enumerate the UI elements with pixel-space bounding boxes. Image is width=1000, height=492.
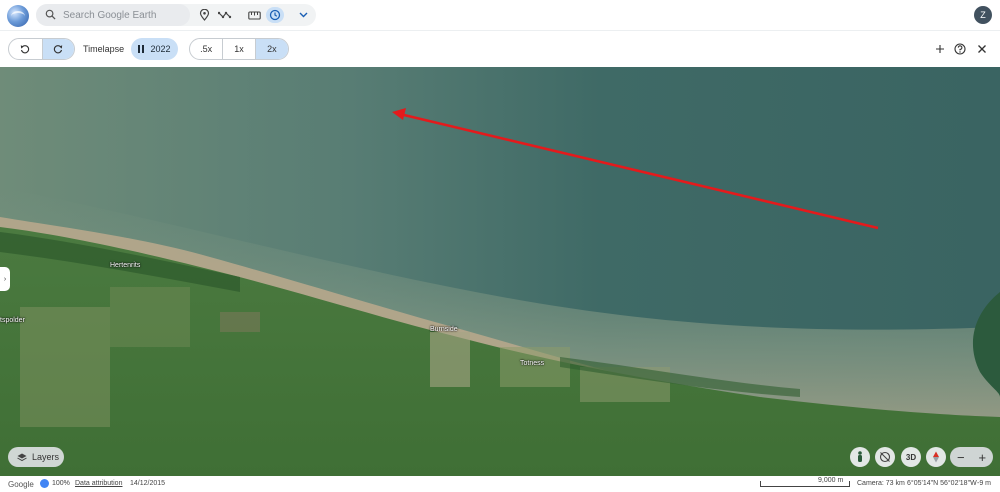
zoom-in-button[interactable]: + <box>978 450 986 465</box>
search-toolbar <box>36 4 316 26</box>
path-icon[interactable] <box>217 7 233 23</box>
search-input[interactable] <box>63 7 188 23</box>
chevron-right-icon: › <box>3 275 7 283</box>
google-earth-logo[interactable] <box>7 5 29 27</box>
street-view-button[interactable] <box>850 447 870 467</box>
speed-2x-button[interactable]: 2x <box>254 39 288 59</box>
place-label-burnside: Burnside <box>430 326 458 333</box>
rotate-off-icon <box>879 451 891 463</box>
rewind-icon <box>21 45 30 54</box>
speed-1x-button[interactable]: 1x <box>222 39 254 59</box>
google-wordmark: Google <box>8 480 34 489</box>
scale-label: 9,000 m <box>818 477 844 484</box>
speed-half-button[interactable]: .5x <box>190 39 222 59</box>
layers-icon <box>17 453 27 461</box>
timelapse-icon[interactable] <box>266 7 284 23</box>
place-label-totness: Totness <box>520 360 545 367</box>
avatar[interactable]: Z <box>974 6 992 24</box>
timelapse-bar: Timelapse 2022 .5x 1x 2x <box>0 30 1000 66</box>
satellite-imagery <box>0 67 1000 476</box>
search-icon <box>45 9 56 20</box>
pegman-icon <box>858 451 862 462</box>
pause-icon <box>138 45 145 53</box>
timelapse-step-group <box>8 38 75 60</box>
help-icon[interactable] <box>953 42 967 56</box>
cursor-elevation: -9 m <box>977 480 991 487</box>
zoom-control: − + <box>950 447 993 467</box>
compass-icon <box>933 451 939 463</box>
close-icon[interactable] <box>975 42 989 56</box>
compass-button[interactable] <box>926 447 946 467</box>
layers-button[interactable]: Layers <box>8 447 64 467</box>
collapse-icon[interactable] <box>933 42 947 56</box>
timelapse-label: Timelapse <box>83 44 125 54</box>
load-percent: 100% <box>52 480 70 487</box>
place-label-spolder: tspolder <box>0 317 25 324</box>
side-panel-toggle[interactable]: › <box>0 267 10 291</box>
map-pin-icon[interactable] <box>196 7 212 23</box>
chevron-down-icon[interactable] <box>295 7 311 23</box>
status-bar: Google 100% Data attribution 14/12/2015 … <box>0 476 1000 492</box>
timelapse-year: 2022 <box>150 44 171 54</box>
forward-icon <box>54 45 63 54</box>
imagery-date: 14/12/2015 <box>130 480 166 487</box>
percent-loaded-icon <box>40 479 49 488</box>
satellite-map[interactable]: Hertenrits tspolder Burnside Totness › L… <box>0 67 1000 476</box>
ruler-icon[interactable] <box>246 7 262 23</box>
top-bar: Z <box>0 0 1000 30</box>
layers-label: Layers <box>32 452 60 462</box>
tilt-reset-button[interactable] <box>875 447 895 467</box>
step-forward-button[interactable] <box>41 39 74 59</box>
place-label-hertenrits: Hertenrits <box>110 262 141 269</box>
step-back-button[interactable] <box>9 39 42 59</box>
data-attribution-link[interactable]: Data attribution <box>75 480 122 487</box>
3d-toggle-button[interactable]: 3D <box>901 447 921 467</box>
cursor-coordinates: 6°05'14"N 56°02'18"W <box>907 480 977 487</box>
speed-selector: .5x 1x 2x <box>189 38 289 60</box>
zoom-out-button[interactable]: − <box>957 450 965 465</box>
pause-year-button[interactable]: 2022 <box>131 38 178 60</box>
search-box[interactable] <box>36 4 190 26</box>
camera-altitude: Camera: 73 km <box>857 480 905 487</box>
